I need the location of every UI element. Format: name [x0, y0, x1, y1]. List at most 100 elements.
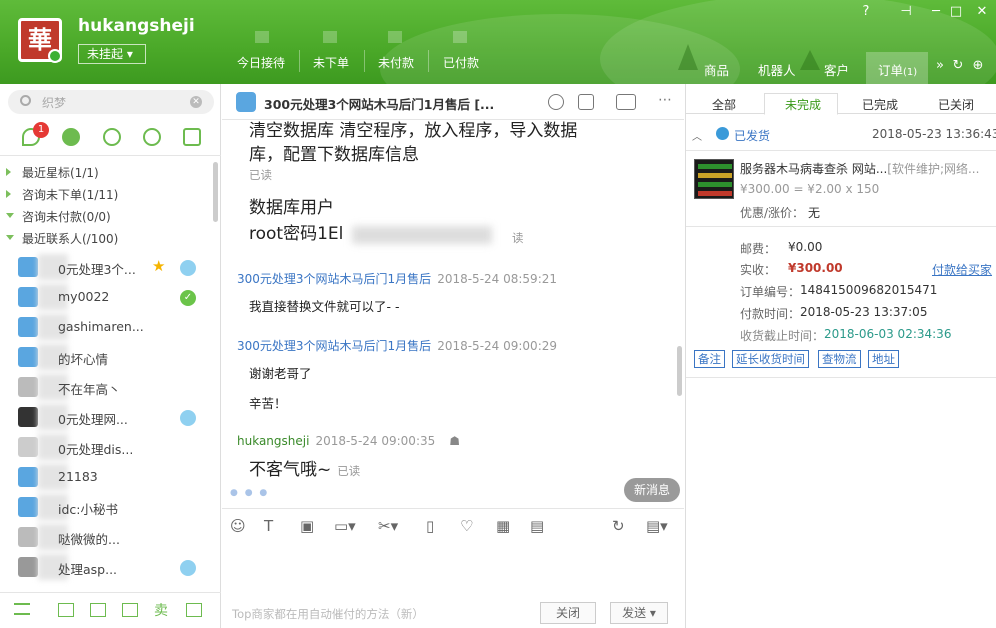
- transfer-icon[interactable]: ↻: [612, 517, 625, 535]
- tab-paid[interactable]: 已付款: [443, 54, 479, 71]
- tab-orders[interactable]: 订单(1): [878, 60, 917, 79]
- order-status: 已发货: [734, 129, 771, 143]
- avatar: [18, 467, 38, 487]
- list-item[interactable]: 的坏心情: [0, 342, 210, 372]
- tab-closed[interactable]: 已关闭: [938, 96, 974, 113]
- list-item[interactable]: 处理asp...: [0, 552, 210, 582]
- bottom-toolbar: 卖: [0, 592, 221, 628]
- folder-icon[interactable]: ▭▾: [334, 517, 356, 535]
- pay-buyer-link[interactable]: 付款给买家: [932, 261, 992, 278]
- quick-reply-icon[interactable]: [548, 94, 564, 110]
- list-item[interactable]: gashimaren...: [0, 312, 210, 342]
- product-thumbnail[interactable]: [694, 159, 734, 199]
- team-icon[interactable]: [183, 128, 201, 146]
- avatar: [18, 287, 38, 307]
- more-tabs-icon[interactable]: »: [930, 58, 950, 73]
- new-message-button[interactable]: 新消息: [624, 478, 680, 502]
- tab-all[interactable]: 全部: [712, 96, 736, 113]
- contact-scrollbar[interactable]: [213, 162, 218, 222]
- group-icon[interactable]: [143, 128, 161, 146]
- close-icon[interactable]: ✕: [972, 4, 992, 19]
- image-icon[interactable]: ▣: [300, 517, 314, 535]
- list-item[interactable]: idc:小秘书: [0, 492, 210, 522]
- close-button[interactable]: 关闭: [540, 602, 596, 624]
- order-header[interactable]: ︿ 已发货 2018-05-23 13:36:43: [686, 124, 996, 148]
- input-toolbar: ☺ T ▣ ▭▾ ✂▾ ▯ ♡ ▦ ▤ ↻ ▤▾: [222, 508, 684, 542]
- note-button[interactable]: 备注: [694, 350, 725, 368]
- tab-completed[interactable]: 已完成: [862, 96, 898, 113]
- tab-icon: [453, 31, 467, 43]
- history-icon[interactable]: ▤▾: [646, 517, 668, 535]
- clear-icon[interactable]: ✕: [190, 96, 202, 108]
- avatar: [18, 347, 38, 367]
- recent-icon[interactable]: [62, 128, 80, 146]
- group-unpaid[interactable]: 咨询未付款(0/0): [0, 206, 210, 226]
- redacted-password: [352, 226, 492, 244]
- list-item[interactable]: 0元处理3个... ★: [0, 252, 210, 282]
- send-button[interactable]: 发送 ▾: [610, 602, 668, 624]
- pin-icon[interactable]: ⊣: [896, 4, 916, 19]
- list-item[interactable]: my0022 ✓: [0, 282, 210, 312]
- list-item[interactable]: 0元处理dis...: [0, 432, 210, 462]
- contact-icon[interactable]: [103, 128, 121, 146]
- video-icon[interactable]: [616, 94, 636, 110]
- list-item[interactable]: 哒微微的...: [0, 522, 210, 552]
- window-icon[interactable]: [186, 603, 202, 617]
- tab-incomplete[interactable]: 未完成: [785, 96, 821, 113]
- shake-icon[interactable]: ▯: [426, 517, 434, 535]
- calculator-icon[interactable]: ▦: [496, 517, 510, 535]
- order-panel: 全部 未完成 已完成 已关闭 ︿ 已发货 2018-05-23 13:36:43…: [685, 84, 996, 628]
- message-text: 我直接替换文件就可以了- -: [249, 299, 400, 314]
- heart-icon[interactable]: ♡: [460, 517, 473, 535]
- product-title[interactable]: 服务器木马病毒查杀 网站...[软件维护;网络...: [740, 160, 990, 177]
- status-dropdown[interactable]: 未挂起 ▾: [78, 44, 146, 64]
- screenshot-icon[interactable]: ✂▾: [378, 517, 398, 535]
- mail-icon[interactable]: [90, 603, 106, 617]
- avatar: [18, 437, 38, 457]
- group-starred[interactable]: 最近星标(1/1): [0, 162, 210, 182]
- task-icon[interactable]: [578, 94, 594, 110]
- coupon-icon[interactable]: ▤: [530, 517, 544, 535]
- tab-robot[interactable]: 机器人: [758, 60, 796, 79]
- check-icon: ✓: [180, 290, 196, 306]
- extend-receipt-button[interactable]: 延长收货时间: [732, 350, 809, 368]
- maximize-icon[interactable]: □: [946, 4, 966, 19]
- tab-icon: [255, 31, 269, 43]
- list-item[interactable]: 21183: [0, 462, 210, 492]
- group-not-ordered[interactable]: 咨询未下单(1/11): [0, 184, 210, 204]
- tab-goods[interactable]: 商品: [704, 60, 729, 79]
- menu-icon[interactable]: [14, 603, 30, 615]
- group-recent[interactable]: 最近联系人(/100): [0, 228, 210, 248]
- search-input[interactable]: 织梦: [42, 94, 66, 111]
- message-input[interactable]: [222, 542, 684, 598]
- font-icon[interactable]: T: [264, 517, 273, 535]
- tree-decor: [678, 44, 698, 70]
- list-item[interactable]: 0元处理网...: [0, 402, 210, 432]
- avatar: [18, 257, 38, 277]
- export-icon[interactable]: [58, 603, 74, 617]
- message-text: 辛苦！: [249, 396, 287, 411]
- tab-not-ordered[interactable]: 未下单: [313, 54, 349, 71]
- tab-today[interactable]: 今日接待: [237, 54, 285, 71]
- logistics-button[interactable]: 查物流: [818, 350, 861, 368]
- tab-customer[interactable]: 客户: [824, 60, 849, 79]
- more-icon[interactable]: ⋯: [658, 92, 672, 108]
- help-icon[interactable]: ?: [856, 4, 876, 19]
- address-button[interactable]: 地址: [868, 350, 899, 368]
- search-box[interactable]: 织梦 ✕: [8, 90, 214, 114]
- chat-scrollbar[interactable]: [677, 346, 682, 396]
- tab-unpaid[interactable]: 未付款: [378, 54, 414, 71]
- message-text: 谢谢老哥了: [249, 366, 312, 381]
- avatar: [18, 317, 38, 337]
- shipped-icon: [716, 127, 729, 140]
- refresh-icon[interactable]: ↻: [948, 58, 968, 73]
- add-icon[interactable]: ⊕: [968, 58, 988, 73]
- list-item[interactable]: 不在年高丶: [0, 372, 210, 402]
- shop-icon[interactable]: [122, 603, 138, 617]
- star-icon[interactable]: ★: [152, 257, 168, 275]
- typing-indicator: ● ● ●: [230, 488, 270, 498]
- emoji-icon[interactable]: ☺: [230, 517, 246, 535]
- hint-text[interactable]: Top商家都在用自动催付的方法（新）: [232, 606, 424, 622]
- minimize-icon[interactable]: ─: [926, 4, 946, 19]
- sell-icon[interactable]: 卖: [154, 600, 170, 619]
